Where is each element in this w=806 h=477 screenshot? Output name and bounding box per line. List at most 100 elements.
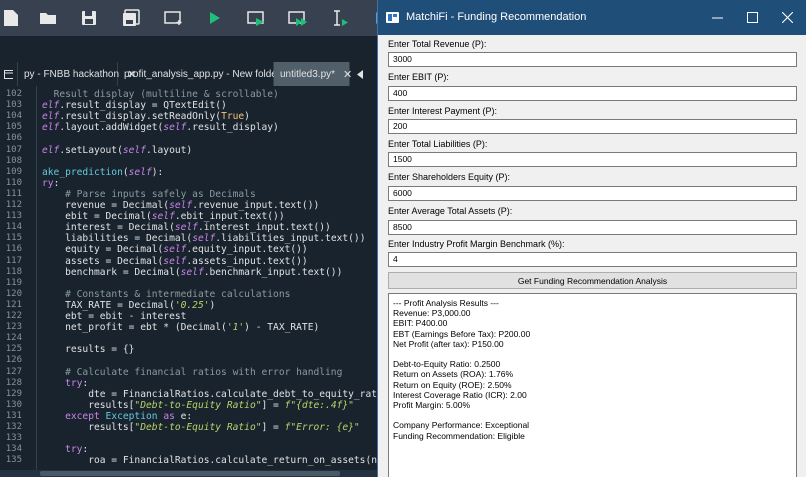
code-line: try: <box>65 444 89 456</box>
code-line: Result display (multiline & scrollable) <box>53 89 279 100</box>
code-line: ebt = ebit - interest <box>42 311 187 322</box>
tab-label: untitled3.py* <box>280 68 336 80</box>
line-number: 107 <box>5 144 22 155</box>
tab-fnbb-hackathon[interactable]: py - FNBB hackathon ✕ <box>18 62 136 86</box>
tab-untitled3[interactable]: untitled3.py* ✕ <box>274 62 352 86</box>
code-line: elf.setLayout(self.layout) <box>42 144 193 156</box>
code-line: dte = FinancialRatios.calculate_debt_to_… <box>42 388 424 400</box>
line-number: 114 <box>5 222 22 233</box>
line-number: 109 <box>5 166 22 177</box>
line-number: 132 <box>5 422 22 432</box>
result-line: Funding Recommendation: Eligible <box>393 430 525 441</box>
code-line: TAX_RATE = Decimal('0.25') <box>42 299 216 311</box>
line-number: 108 <box>5 155 22 166</box>
line-number: 118 <box>5 266 22 277</box>
ebit-input[interactable]: 400 <box>388 86 797 101</box>
line-number: 113 <box>5 211 22 222</box>
result-line: Profit Margin: 5.00% <box>393 400 471 411</box>
line-number: 133 <box>5 433 22 444</box>
code-line: assets = Decimal(self.assets_input.text(… <box>42 255 308 267</box>
ebit-label: Enter EBIT (P): <box>388 72 449 82</box>
app-icon <box>386 12 399 23</box>
line-number: 117 <box>5 255 22 266</box>
result-line: Interest Coverage Ratio (ICR): 2.00 <box>393 389 527 400</box>
result-line: Net Profit (after tax): P150.00 <box>393 338 504 349</box>
code-line: net_profit = ebt * (Decimal('1') - TAX_R… <box>42 322 320 334</box>
line-number: 106 <box>5 133 22 144</box>
code-line: ake_prediction(self): <box>42 166 164 178</box>
line-number: 111 <box>5 188 22 199</box>
funding-recommendation-window: MatchiFi - Funding Recommendation Enter … <box>377 0 806 477</box>
code-line: interest = Decimal(self.interest_input.t… <box>42 222 331 234</box>
code-line: roa = FinancialRatios.calculate_return_o… <box>42 455 424 467</box>
line-number: 123 <box>5 322 22 333</box>
code-line: results = {} <box>42 344 135 356</box>
code-line: equity = Decimal(self.equity_input.text(… <box>42 244 308 256</box>
line-number: 128 <box>5 377 22 388</box>
line-number-gutter: 102 103 104 105 106 107 108 109 110 111 … <box>0 86 37 470</box>
interest-label: Enter Interest Payment (P): <box>388 106 498 116</box>
get-recommendation-button[interactable]: Get Funding Recommendation Analysis <box>388 272 797 289</box>
equity-input[interactable]: 6000 <box>388 186 797 201</box>
window-titlebar[interactable]: MatchiFi - Funding Recommendation <box>378 0 806 35</box>
liabilities-label: Enter Total Liabilities (P): <box>388 139 488 149</box>
line-number: 122 <box>5 311 22 321</box>
maximize-icon[interactable] <box>735 0 769 35</box>
line-number: 105 <box>5 122 22 133</box>
line-number: 125 <box>5 344 22 355</box>
assets-label: Enter Average Total Assets (P): <box>388 206 513 216</box>
run-icon[interactable] <box>203 7 225 29</box>
run-cell-icon[interactable] <box>246 7 268 29</box>
result-line: EBIT: P400.00 <box>393 318 448 329</box>
run-cell-advance-icon[interactable] <box>287 7 309 29</box>
line-number: 129 <box>5 388 22 399</box>
line-number: 126 <box>5 355 22 366</box>
run-selection-icon[interactable] <box>329 7 351 29</box>
result-line: Company Performance: Exceptional <box>393 420 530 431</box>
minimize-icon[interactable] <box>700 0 734 35</box>
new-cell-icon[interactable] <box>163 7 185 29</box>
interest-input[interactable]: 200 <box>388 119 797 134</box>
result-line: Revenue: P3,000.00 <box>393 308 471 319</box>
tab-label: py - FNBB hackathon <box>24 68 120 80</box>
close-icon[interactable] <box>770 0 804 35</box>
result-line: Debt-to-Equity Ratio: 0.2500 <box>393 359 501 370</box>
benchmark-label: Enter Industry Profit Margin Benchmark (… <box>388 239 565 249</box>
tab-profit-analysis-app[interactable]: profit_analysis_app.py - New folder ✕ <box>118 62 297 86</box>
line-number: 102 <box>5 89 22 99</box>
code-line: liabilities = Decimal(self.liabilities_i… <box>42 233 366 245</box>
results-display[interactable]: --- Profit Analysis Results --- Revenue:… <box>388 293 797 477</box>
tab-label: profit_analysis_app.py - New folder <box>124 68 281 80</box>
line-number: 110 <box>5 177 22 188</box>
revenue-label: Enter Total Revenue (P): <box>388 39 487 49</box>
tab-browse-icon[interactable] <box>0 62 18 86</box>
code-line: results["Debt-to-Equity Ratio"] = f"Erro… <box>42 422 360 433</box>
code-line: elf.layout.addWidget(self.result_display… <box>42 122 279 134</box>
window-title: MatchiFi - Funding Recommendation <box>406 11 587 23</box>
line-number: 120 <box>5 288 22 299</box>
liabilities-input[interactable]: 1500 <box>388 152 797 167</box>
code-line: revenue = Decimal(self.revenue_input.tex… <box>42 200 320 211</box>
new-file-icon[interactable] <box>0 7 22 29</box>
code-line: # Calculate financial ratios with error … <box>65 366 343 378</box>
equity-label: Enter Shareholders Equity (P): <box>388 172 511 182</box>
result-line <box>393 410 792 420</box>
code-line: try: <box>65 377 89 389</box>
line-number: 119 <box>5 277 22 288</box>
line-number: 115 <box>5 233 22 244</box>
scrollbar-thumb[interactable] <box>40 471 340 476</box>
code-line: results["Debt-to-Equity Ratio"] = f"{dte… <box>42 399 354 411</box>
tab-scroll-left-icon[interactable] <box>350 62 372 86</box>
revenue-input[interactable]: 3000 <box>388 52 797 67</box>
line-number: 121 <box>5 299 22 310</box>
code-line: except Exception as e: <box>65 410 193 422</box>
line-number: 127 <box>5 366 22 377</box>
save-all-icon[interactable] <box>120 7 142 29</box>
benchmark-input[interactable]: 4 <box>388 252 797 267</box>
assets-input[interactable]: 8500 <box>388 220 797 235</box>
result-line: --- Profit Analysis Results --- <box>393 298 499 308</box>
folder-icon[interactable] <box>37 7 59 29</box>
line-number: 116 <box>5 244 22 255</box>
code-line: ry: <box>42 177 60 189</box>
save-icon[interactable] <box>78 7 100 29</box>
